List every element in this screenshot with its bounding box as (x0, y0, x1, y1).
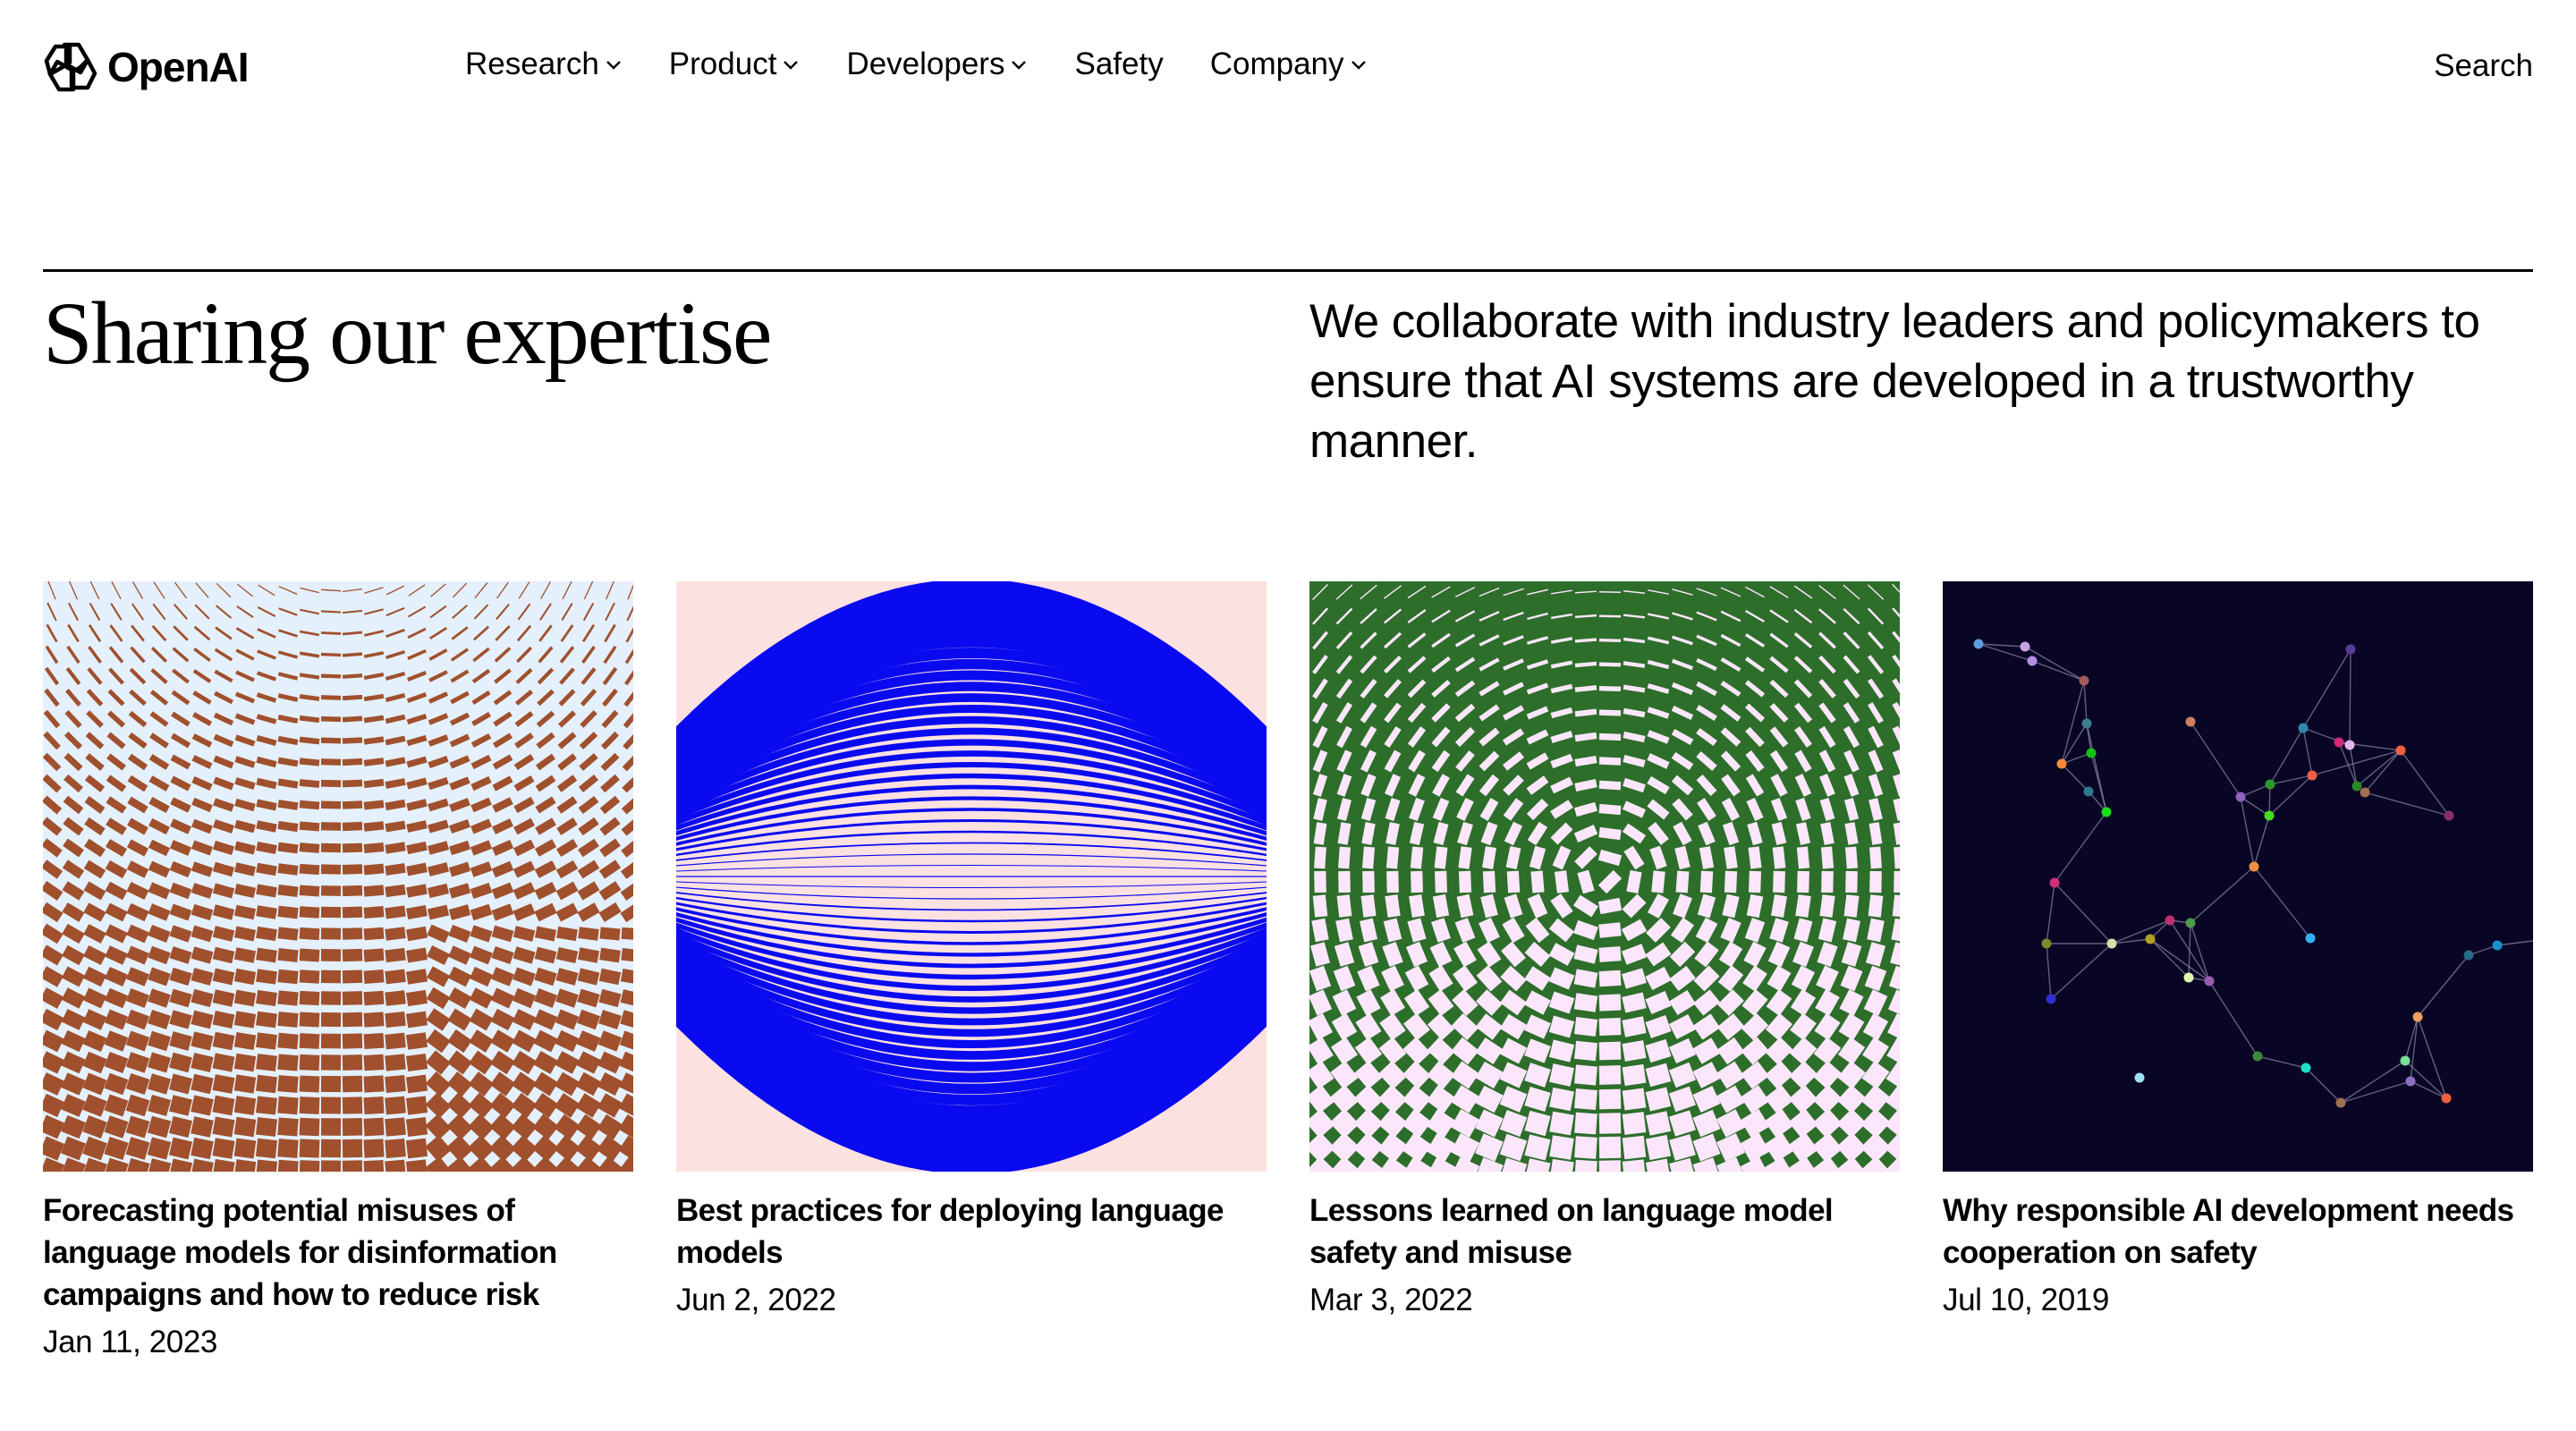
chevron-down-icon (606, 61, 621, 70)
search-button[interactable]: Search (2434, 48, 2533, 84)
chevron-down-icon (784, 61, 799, 70)
article-card[interactable]: Best practices for deploying language mo… (676, 581, 1267, 1363)
article-date: Jan 11, 2023 (43, 1325, 217, 1359)
brand-name: OpenAI (107, 44, 250, 90)
article-date: Jun 2, 2022 (676, 1283, 836, 1317)
article-thumbnail-arcs (676, 581, 1267, 1172)
nav-product-label: Product (668, 47, 777, 81)
section-divider (43, 269, 2533, 272)
nav-developers-label: Developers (846, 47, 1005, 81)
nav-research-label: Research (465, 47, 599, 81)
article-title[interactable]: Best practices for deploying language mo… (676, 1190, 1267, 1274)
article-cards: Forecasting potential misuses of languag… (43, 581, 2533, 1363)
chevron-down-icon (1012, 61, 1027, 70)
nav-company[interactable]: Company (1210, 47, 1368, 82)
article-thumbnail-tile-field (43, 581, 633, 1172)
article-date: Jul 10, 2019 (1943, 1283, 2109, 1317)
article-title[interactable]: Why responsible AI development needs coo… (1943, 1190, 2533, 1274)
section-description: We collaborate with industry leaders and… (1309, 295, 2480, 468)
top-nav: OpenAI Research Product Developers Safet… (0, 0, 2576, 140)
nav-research[interactable]: Research (465, 47, 623, 82)
article-title[interactable]: Lessons learned on language model safety… (1309, 1190, 1900, 1274)
article-thumbnail-network-graph (1943, 581, 2533, 1172)
article-card[interactable]: Why responsible AI development needs coo… (1943, 581, 2533, 1363)
article-card[interactable]: Forecasting potential misuses of languag… (43, 581, 633, 1363)
nav-safety[interactable]: Safety (1074, 47, 1163, 82)
article-card[interactable]: Lessons learned on language model safety… (1309, 581, 1900, 1363)
nav-safety-label: Safety (1074, 47, 1164, 81)
article-title[interactable]: Forecasting potential misuses of languag… (43, 1190, 633, 1316)
chevron-down-icon (1351, 61, 1366, 70)
nav-developers[interactable]: Developers (846, 47, 1028, 82)
section-title: Sharing our expertise (43, 284, 772, 383)
openai-logo-link[interactable]: OpenAI (43, 38, 250, 97)
main-menu: Research Product Developers Safety Compa… (465, 47, 1368, 82)
article-thumbnail-tile-field-center (1309, 581, 1900, 1172)
article-date: Mar 3, 2022 (1309, 1283, 1473, 1317)
openai-knot-icon (44, 42, 97, 92)
nav-product[interactable]: Product (669, 47, 801, 82)
nav-company-label: Company (1209, 47, 1344, 81)
